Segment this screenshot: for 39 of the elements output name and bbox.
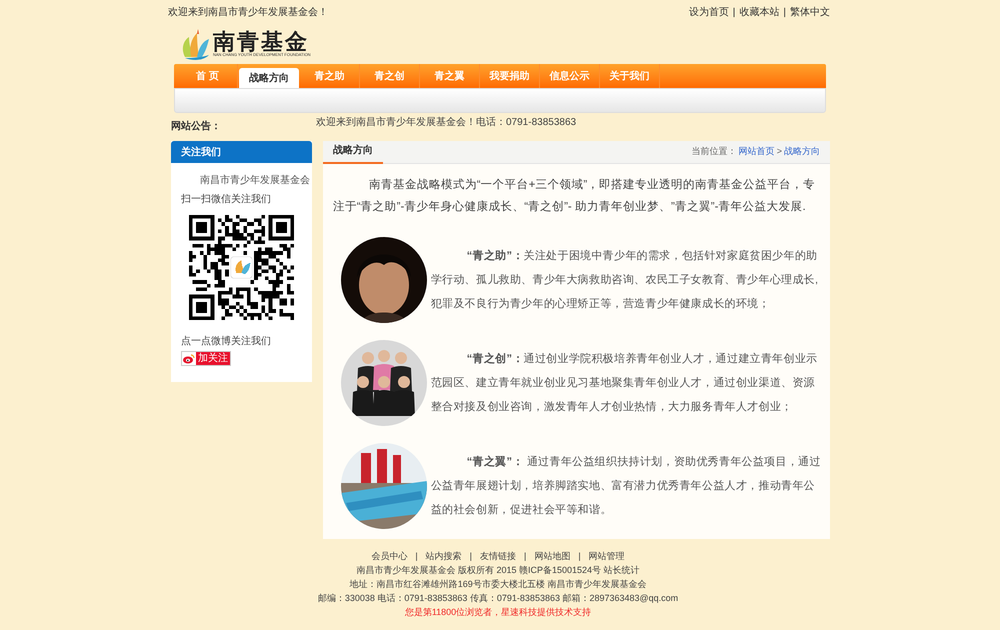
notice-text: 欢迎来到南昌市青少年发展基金会！电话：0791-83853863: [316, 116, 576, 130]
footer-link[interactable]: 会员中心: [371, 549, 408, 563]
section-paragraph: “青之创”：通过创业学院积极培养青年创业人才，通过建立青年创业示范园区、建立青年就业创业见习基地聚集青年创业人才，通过创业渠道、资源整合对接及创业咨询，激发青年人才创业热情，大力服务青年人才创业；: [430, 352, 818, 415]
separator: |: [524, 550, 526, 563]
lotus-logo-icon: [181, 27, 211, 61]
footer-link[interactable]: 网站管理: [588, 549, 625, 563]
notice-label: 网站公告：: [170, 120, 222, 134]
top-link[interactable]: 收藏本站: [739, 5, 780, 20]
panel-title: 关注我们: [171, 141, 312, 163]
separator: |: [783, 6, 786, 20]
section-paragraph: “青之翼”： 通过青年公益组织扶持计划，资助优秀青年公益项目，通过公益青年展翅计划，培养脚踏实地、富有潜力优秀青年公益人才，推动青年公益的社会创新，促进社会平等和谐。: [430, 454, 822, 518]
welcome-text: 欢迎来到南昌市青少年发展基金会！: [168, 6, 328, 20]
section-title: 战略方向: [322, 143, 383, 164]
breadcrumb-label: 当前位置：: [692, 144, 737, 158]
separator: |: [470, 550, 472, 563]
top-link[interactable]: 繁体中文: [790, 5, 830, 20]
top-link[interactable]: 设为首页: [688, 5, 729, 20]
intro-paragraph: 南青基金战略模式为“一个平台+三个领域”，即搭建专业透明的南青基金公益平台，专注于“青之助”-青少年身心健康成长、“青之创”- 助力青年创业梦、”青之翼”-青年公益大发展.: [332, 178, 816, 215]
logo-title: 南青基金: [213, 31, 309, 53]
breadcrumb-link[interactable]: 战略方向: [784, 144, 820, 158]
footer-text: 邮编：330038 电话：0791-83853863 传真：0791-83853863 邮箱：2897363483@qq.com: [318, 592, 678, 605]
org-name: 南昌市青少年发展基金会: [199, 174, 311, 188]
weibo-icon: [183, 354, 195, 364]
visitor-credit: 您是第11800位浏览者，星速科技提供技术支持: [404, 606, 592, 619]
weibo-prompt: 点一点微博关注我们: [180, 334, 272, 349]
separator: |: [415, 550, 418, 563]
footer-link[interactable]: 站内搜索: [426, 549, 462, 563]
footer-link[interactable]: 网站地图: [534, 549, 570, 563]
weibo-follow-button[interactable]: 加关注: [181, 351, 231, 366]
footer-text: 南昌市青少年发展基金会 版权所有 2015 赣ICP备15001524号 站长统计: [356, 564, 640, 577]
breadcrumb-separator: >: [776, 144, 782, 158]
footer-text: 地址：南昌市红谷滩雄州路169号市委大楼北五楼 南昌市青少年发展基金会: [350, 578, 646, 591]
wechat-prompt: 扫一扫微信关注我们: [180, 192, 272, 207]
separator: |: [578, 550, 581, 563]
breadcrumb-link[interactable]: 网站首页: [738, 144, 775, 158]
footer-link[interactable]: 友情链接: [480, 549, 516, 563]
section-paragraph: “青之助”：关注处于困境中青少年的需求，包括针对家庭贫困少年的助学行动、孤儿救助、青少年大病救助咨询、农民工子女教育、青少年心理成长,犯罪及不良行为青少年的心理矫正等，营造青少年健康成长的环境；: [430, 248, 820, 312]
separator: |: [732, 6, 736, 20]
nav-tab[interactable]: 战略方向: [239, 68, 299, 88]
